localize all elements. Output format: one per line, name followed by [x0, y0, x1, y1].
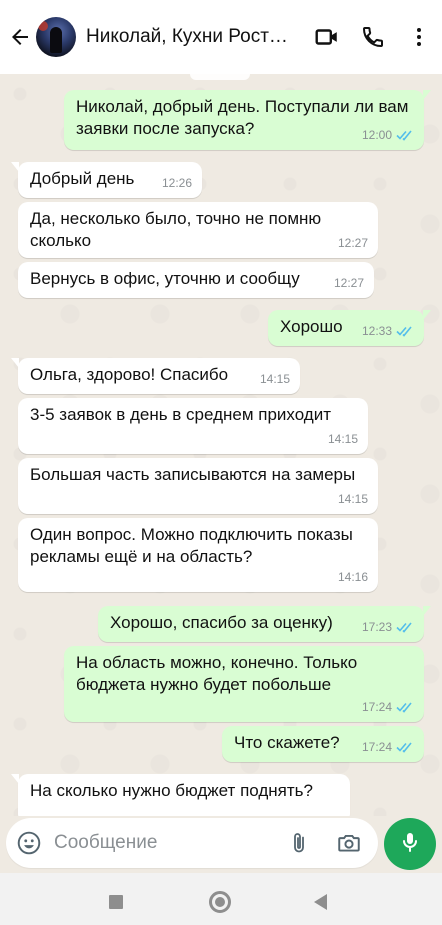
read-ticks-icon: [396, 741, 414, 753]
mic-icon: [398, 830, 422, 859]
composer: [0, 816, 442, 872]
message-time: 17:24: [361, 700, 392, 714]
message-time: 12:27: [333, 276, 364, 290]
message-time: 14:15: [337, 492, 368, 506]
avatar[interactable]: [36, 17, 76, 57]
message-incoming[interactable]: 3-5 заявок в день в среднем приходит 14:…: [18, 398, 368, 454]
home-icon[interactable]: [209, 891, 231, 913]
phone-icon[interactable]: [350, 14, 396, 60]
contact-name[interactable]: Николай, Кухни Рост…: [86, 26, 292, 48]
message-outgoing[interactable]: Хорошо, спасибо за оценку) 17:23: [98, 606, 431, 642]
message-text: Большая часть записываются на замеры: [30, 465, 356, 484]
system-back-icon[interactable]: [314, 894, 327, 910]
more-vert-icon[interactable]: [396, 14, 442, 60]
read-ticks-icon: [396, 129, 414, 141]
message-outgoing[interactable]: Николай, добрый день. Поступали ли вам з…: [64, 90, 431, 150]
message-text: На область можно, конечно. Только бюджет…: [76, 653, 362, 694]
message-list[interactable]: Николай, добрый день. Поступали ли вам з…: [0, 74, 442, 816]
message-incoming[interactable]: Большая часть записываются на замеры 14:…: [18, 458, 378, 514]
message-text: Да, несколько было, точно не помню сколь…: [30, 209, 326, 250]
read-ticks-icon: [396, 325, 414, 337]
message-field[interactable]: [6, 818, 378, 868]
chat-header: Николай, Кухни Рост…: [0, 0, 442, 74]
message-incoming[interactable]: На сколько нужно бюджет поднять?: [11, 774, 350, 816]
recents-icon[interactable]: [109, 895, 123, 909]
message-incoming[interactable]: Вернусь в офис, уточню и сообщу 12:27: [18, 262, 374, 298]
message-time: 12:27: [337, 236, 368, 250]
message-outgoing[interactable]: Хорошо 12:33: [268, 310, 431, 346]
message-text: Вернусь в офис, уточню и сообщу: [30, 269, 300, 288]
message-incoming[interactable]: Добрый день 12:26: [11, 162, 202, 198]
message-time: 12:26: [161, 176, 192, 190]
message-time: 14:15: [327, 432, 358, 446]
mic-button[interactable]: [384, 818, 436, 870]
message-time: 12:00: [361, 128, 392, 142]
message-outgoing[interactable]: Что скажете? 17:24: [222, 726, 424, 762]
message-time: 14:15: [259, 372, 290, 386]
message-text: Один вопрос. Можно подключить показы рек…: [30, 525, 358, 566]
message-incoming[interactable]: Да, несколько было, точно не помню сколь…: [18, 202, 378, 258]
read-ticks-icon: [396, 701, 414, 713]
message-input[interactable]: [54, 832, 274, 854]
message-time: 12:33: [361, 324, 392, 338]
read-ticks-icon: [396, 621, 414, 633]
message-text: Ольга, здорово! Спасибо: [30, 365, 229, 384]
camera-icon[interactable]: [334, 828, 364, 858]
emoji-icon[interactable]: [14, 828, 44, 858]
message-incoming[interactable]: Ольга, здорово! Спасибо 14:15: [11, 358, 300, 394]
date-chip: [190, 74, 250, 80]
system-navigation-bar: [0, 873, 442, 925]
message-outgoing[interactable]: На область можно, конечно. Только бюджет…: [64, 646, 424, 722]
message-time: 14:16: [337, 570, 368, 584]
message-incoming[interactable]: Один вопрос. Можно подключить показы рек…: [18, 518, 378, 592]
message-time: 17:23: [361, 620, 392, 634]
back-arrow-icon[interactable]: [4, 17, 36, 57]
message-time: 17:24: [361, 740, 392, 754]
attach-icon[interactable]: [284, 828, 314, 858]
message-text: 3-5 заявок в день в среднем приходит: [30, 405, 332, 424]
message-text: На сколько нужно бюджет поднять?: [30, 781, 313, 800]
video-call-icon[interactable]: [304, 14, 350, 60]
